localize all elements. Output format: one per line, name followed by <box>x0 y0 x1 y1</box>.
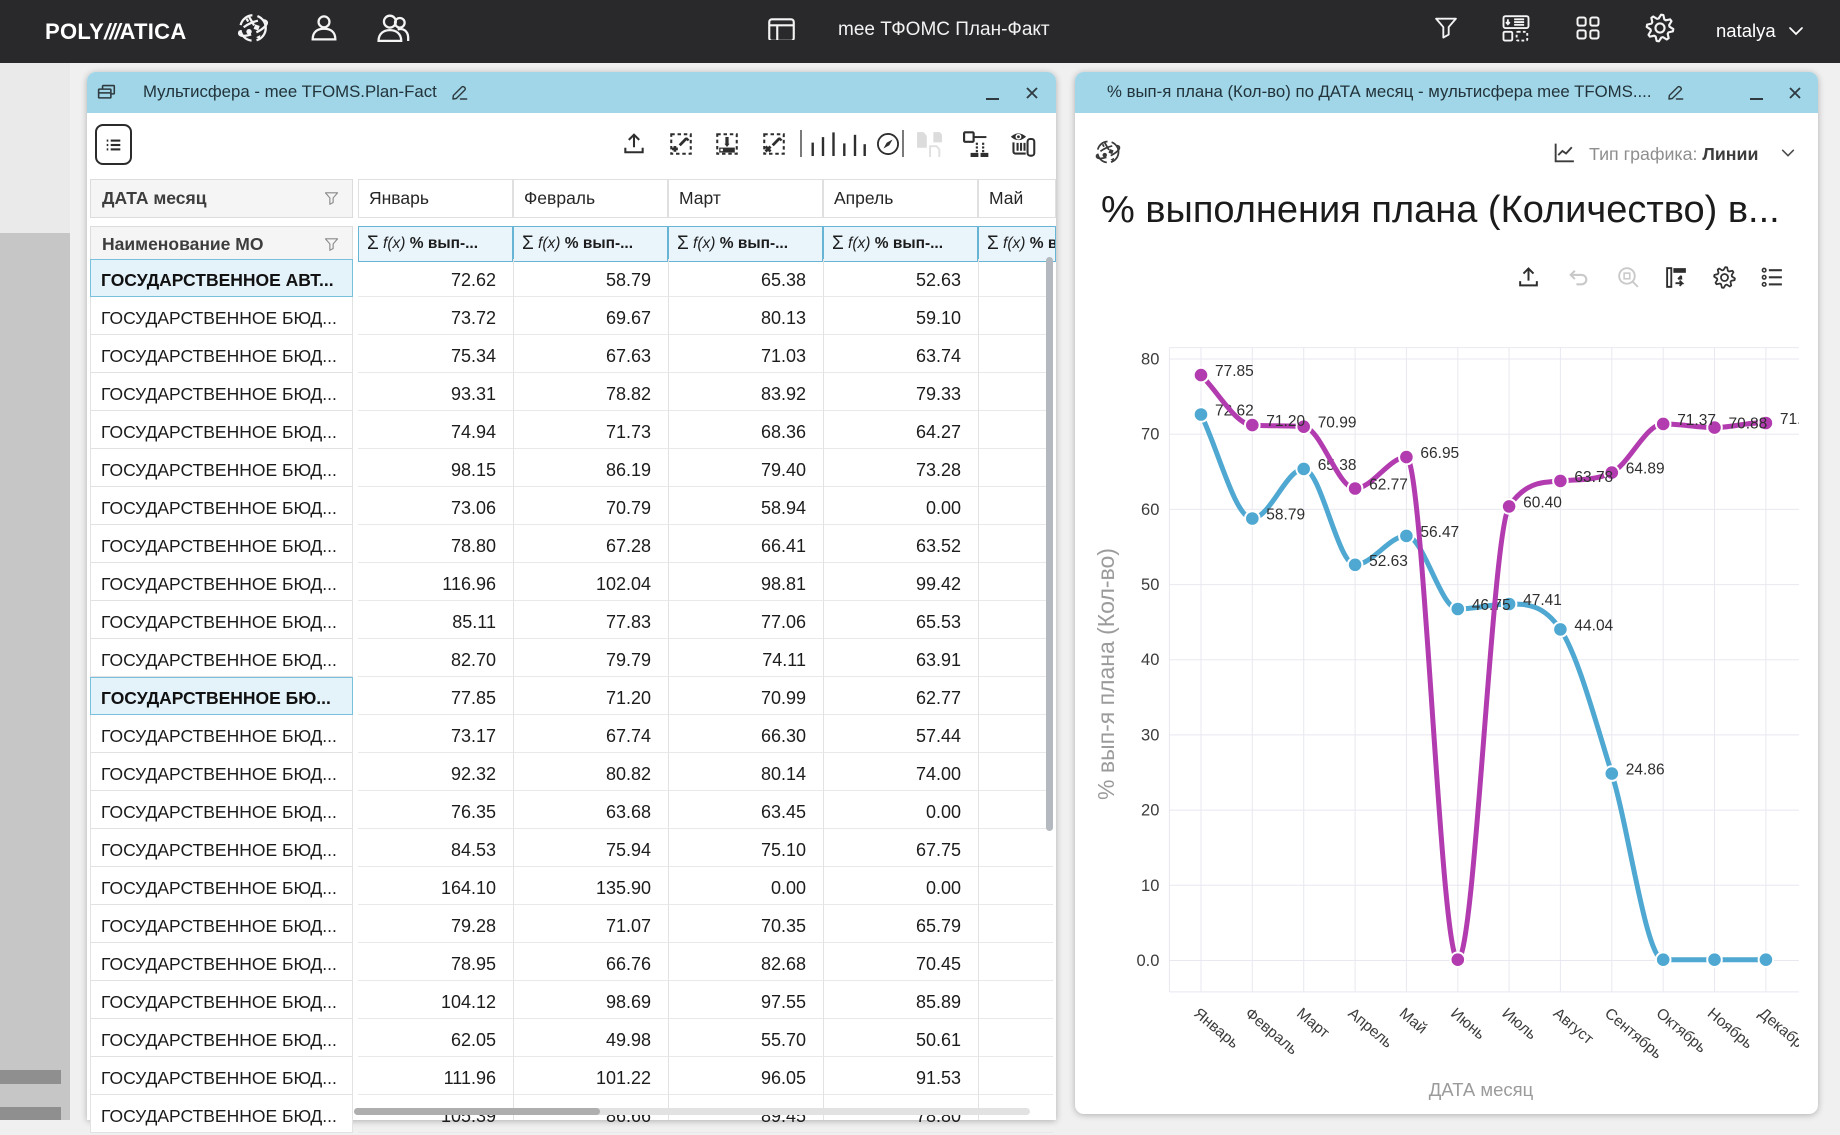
svg-text:60: 60 <box>1141 501 1159 519</box>
svg-text:66.95: 66.95 <box>1420 445 1459 462</box>
svg-text:56.47: 56.47 <box>1420 524 1459 541</box>
svg-text:58.79: 58.79 <box>1266 507 1305 524</box>
svg-text:20: 20 <box>1141 802 1159 820</box>
svg-text:0.0: 0.0 <box>1136 952 1159 970</box>
svg-text:Март: Март <box>1293 1005 1332 1042</box>
svg-text:62.77: 62.77 <box>1369 477 1408 494</box>
svg-text:30: 30 <box>1141 726 1159 744</box>
svg-text:71.20: 71.20 <box>1266 413 1305 430</box>
svg-text:64.89: 64.89 <box>1626 461 1665 478</box>
svg-text:52.63: 52.63 <box>1369 553 1408 570</box>
svg-text:70.88: 70.88 <box>1729 416 1768 433</box>
svg-text:63.78: 63.78 <box>1574 469 1613 486</box>
svg-text:44.04: 44.04 <box>1574 617 1613 634</box>
svg-text:24.86: 24.86 <box>1626 762 1665 779</box>
svg-text:Январь: Январь <box>1190 1005 1242 1052</box>
svg-text:Май: Май <box>1396 1005 1430 1038</box>
svg-text:50: 50 <box>1141 576 1159 594</box>
svg-text:71.48: 71.48 <box>1780 411 1799 428</box>
svg-text:40: 40 <box>1141 651 1159 669</box>
svg-text:Август: Август <box>1550 1005 1597 1048</box>
svg-text:60.40: 60.40 <box>1523 494 1562 511</box>
svg-text:10: 10 <box>1141 877 1159 895</box>
svg-text:46.75: 46.75 <box>1472 597 1511 614</box>
svg-text:Ноябрь: Ноябрь <box>1704 1005 1756 1053</box>
svg-text:Апрель: Апрель <box>1345 1005 1396 1052</box>
svg-text:Декабрь: Декабрь <box>1755 1005 1799 1057</box>
svg-text:77.85: 77.85 <box>1215 363 1254 380</box>
svg-text:80: 80 <box>1141 351 1159 369</box>
svg-text:71.37: 71.37 <box>1677 412 1716 429</box>
svg-text:ДАТА месяц: ДАТА месяц <box>1429 1079 1534 1100</box>
svg-text:Февраль: Февраль <box>1242 1005 1301 1059</box>
svg-text:% вып-я плана (Кол-во): % вып-я плана (Кол-во) <box>1093 548 1119 800</box>
svg-text:70: 70 <box>1141 426 1159 444</box>
svg-text:Июль: Июль <box>1499 1005 1540 1043</box>
svg-text:Июнь: Июнь <box>1447 1005 1488 1043</box>
svg-text:47.41: 47.41 <box>1523 592 1562 609</box>
svg-text:70.99: 70.99 <box>1318 415 1357 432</box>
